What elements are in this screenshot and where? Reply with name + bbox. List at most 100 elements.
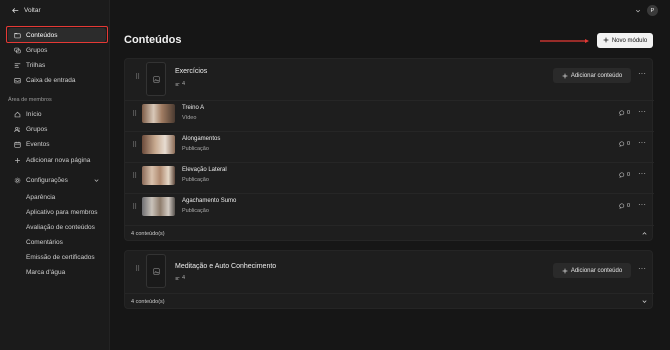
plus-icon [603,37,609,45]
sidebar-item-label: Grupos [26,46,48,54]
settings-toggle[interactable]: Configurações [8,173,104,187]
more-options-icon[interactable]: ··· [638,200,646,209]
list-icon [14,62,21,69]
content-type: Vídeo [182,115,197,121]
content-thumbnail [142,166,175,185]
sidebar-item-label: Grupos [26,125,48,133]
module-card: ⠿ Meditação e Auto Conhecimento 4 Adicio… [124,250,654,309]
sidebar-item-eventos[interactable]: Eventos [8,137,106,151]
back-label: Voltar [24,7,41,14]
sidebar-item-label: Adicionar nova página [26,156,91,164]
module-count: 4 [175,81,185,87]
drag-handle-icon[interactable]: ⠿ [132,203,137,211]
page-title: Conteúdos [124,34,182,46]
module-title: Meditação e Auto Conhecimento [175,263,277,270]
drag-handle-icon[interactable]: ⠿ [132,172,137,180]
comment-count: 0 [619,172,630,178]
module-footer[interactable]: 4 conteúdo(s) [125,225,654,241]
sidebar-item-trilhas[interactable]: Trilhas [8,58,106,72]
module-card: ⠿ Exercícios 4 Adicionar conteúdo ··· ⠿ … [124,58,654,241]
settings-item-certificados[interactable]: Emissão de certificados [26,254,95,261]
more-options-icon[interactable]: ··· [638,264,646,273]
drag-handle-icon[interactable]: ⠿ [132,141,137,149]
chevron-down-icon [93,177,100,184]
add-content-label: Adicionar conteúdo [570,267,623,274]
back-link[interactable]: Voltar [12,7,41,14]
calendar-icon [14,141,21,148]
sidebar-item-grupos[interactable]: Grupos [8,43,106,57]
content-row[interactable]: ⠿ Treino A Vídeo 0 ··· [125,100,654,131]
new-module-label: Novo módulo [611,37,648,44]
more-options-icon[interactable]: ··· [638,69,646,78]
add-content-button[interactable]: Adicionar conteúdo [553,263,631,278]
content-row[interactable]: ⠿ Agachamento Sumo Publicação 0 ··· [125,193,654,224]
drag-handle-icon[interactable]: ⠿ [132,110,137,118]
main-content: Conteúdos Novo módulo ⠿ Exercícios 4 Adi… [110,22,670,350]
sidebar-item-member-grupos[interactable]: Grupos [8,122,106,136]
sidebar-item-inicio[interactable]: Início [8,107,106,121]
comment-icon [619,110,625,116]
module-count: 4 [175,275,185,281]
chevron-down-icon[interactable] [635,8,641,14]
topbar: P [110,0,670,22]
sidebar-item-label: Início [26,110,42,118]
comment-count-value: 0 [627,203,631,209]
drag-handle-icon[interactable]: ⠿ [135,265,140,273]
drag-handle-icon[interactable]: ⠿ [135,73,140,81]
module-title: Exercícios [175,68,208,75]
content-row[interactable]: ⠿ Elevação Lateral Publicação 0 ··· [125,162,654,193]
chevron-up-icon[interactable] [641,230,648,237]
module-footer[interactable]: 4 conteúdo(s) [125,293,654,309]
settings-item-avaliacao[interactable]: Avaliação de conteúdos [26,224,95,231]
content-title: Treino A [182,105,205,111]
content-type: Publicação [182,146,209,152]
members-section-label: Área de membros [8,97,52,103]
sidebar-item-adicionar-pagina[interactable]: Adicionar nova página [8,153,106,167]
module-footer-count: 4 conteúdo(s) [131,231,165,237]
sidebar-item-label: Eventos [26,140,50,148]
comment-count: 0 [619,203,630,209]
content-thumbnail [142,197,175,216]
module-thumbnail[interactable] [146,62,166,96]
list-icon [175,82,180,86]
image-placeholder-icon [152,75,160,83]
settings-item-aparencia[interactable]: Aparência [26,194,55,201]
comment-icon [619,141,625,147]
selection-highlight [6,26,108,43]
more-options-icon[interactable]: ··· [638,169,646,178]
module-thumbnail[interactable] [146,254,166,288]
sidebar-item-caixa-de-entrada[interactable]: Caixa de entrada [8,73,106,87]
content-row[interactable]: ⠿ Alongamentos Publicação 0 ··· [125,131,654,162]
more-options-icon[interactable]: ··· [638,107,646,116]
content-title: Alongamentos [182,136,221,142]
module-count-value: 4 [182,81,186,87]
add-content-label: Adicionar conteúdo [570,72,623,79]
settings-item-aplicativo[interactable]: Aplicativo para membros [26,209,98,216]
sidebar-item-label: Caixa de entrada [26,76,76,84]
content-type: Publicação [182,208,209,214]
comment-count: 0 [619,110,630,116]
module-footer-count: 4 conteúdo(s) [131,299,165,305]
sidebar-item-label: Trilhas [26,61,46,69]
add-content-button[interactable]: Adicionar conteúdo [553,68,631,83]
settings-item-marca-dagua[interactable]: Marca d'água [26,269,65,276]
users-icon [14,126,21,133]
comment-count-value: 0 [627,172,631,178]
comment-icon [619,172,625,178]
module-header: ⠿ Exercícios 4 Adicionar conteúdo ··· [125,59,654,99]
gear-icon [14,177,21,184]
image-placeholder-icon [152,267,160,275]
inbox-icon [14,77,21,84]
annotation-arrow [540,39,589,43]
chevron-down-icon[interactable] [641,298,648,305]
list-icon [175,276,180,280]
more-options-icon[interactable]: ··· [638,138,646,147]
content-type: Publicação [182,177,209,183]
new-module-button[interactable]: Novo módulo [597,33,653,48]
arrow-left-icon [12,7,19,14]
content-title: Agachamento Sumo [182,198,237,204]
plus-icon [562,73,568,78]
avatar[interactable]: P [647,5,658,16]
settings-item-comentarios[interactable]: Comentários [26,239,63,246]
sidebar: Voltar Conteúdos Grupos Trilhas Caixa de… [0,0,110,350]
